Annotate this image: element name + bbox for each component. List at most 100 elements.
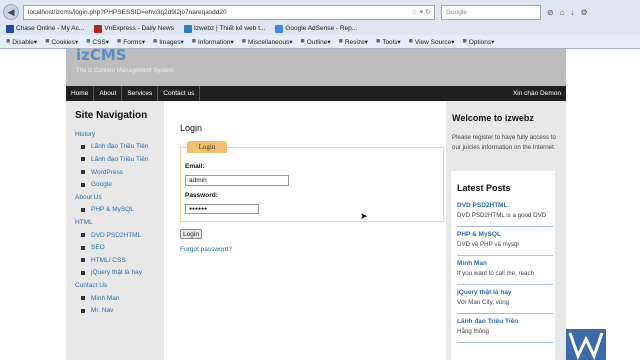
site-container: izCMS The iz Content Management System H…: [66, 46, 566, 360]
nav-link[interactable]: Google: [75, 178, 148, 191]
welcome-title: Welcome to izwebz: [452, 113, 534, 123]
email-label: Email:: [185, 163, 205, 170]
toolbar-menu-7[interactable]: ■ Outline▾: [300, 38, 330, 46]
nav-link[interactable]: PHP & MySQL: [75, 204, 148, 217]
left-gutter: [0, 49, 66, 360]
nav-label: HTML: [75, 218, 93, 226]
nav-category[interactable]: HTML: [75, 216, 148, 229]
favicon-icon: [184, 24, 192, 33]
nav-category[interactable]: History: [75, 128, 148, 141]
post-title-link[interactable]: Minh Man: [457, 260, 553, 267]
toolbar-menu-9[interactable]: ■ Tools▾: [376, 38, 401, 46]
bookmark-item[interactable]: Izwebz | Thiết kế web t...: [184, 24, 265, 33]
favicon-icon: [6, 24, 14, 33]
nav-label: SEO: [91, 244, 105, 252]
menu-item[interactable]: Services: [122, 86, 159, 101]
site-header: izCMS The iz Content Management System: [66, 46, 566, 86]
toolbar-menu-0[interactable]: ■ Disable▾: [6, 38, 37, 46]
back-icon[interactable]: ◀: [3, 4, 19, 20]
forgot-password-link[interactable]: Forgot password?: [180, 246, 232, 253]
search-placeholder: Google: [446, 8, 467, 16]
nav-label: Contact Us: [75, 281, 108, 289]
source-icon: ■: [408, 38, 413, 45]
nav-category[interactable]: About Us: [75, 191, 148, 204]
site-logo[interactable]: izCMS: [76, 46, 127, 64]
resize-icon: ■: [338, 38, 343, 45]
post-title-link[interactable]: PHP & MySQL: [457, 231, 553, 238]
menu-item[interactable]: Contact us: [158, 86, 201, 101]
home-icon[interactable]: ⌂: [560, 8, 565, 17]
toolbar-menu-label: Miscellaneous▾: [248, 38, 293, 46]
nav-link[interactable]: Minh Man: [75, 292, 148, 305]
nav-link[interactable]: DVD PSD2HTML: [75, 229, 148, 242]
nav-category[interactable]: Contact Us: [75, 279, 148, 292]
search-input[interactable]: Google: [441, 4, 541, 20]
toolbar-menu-3[interactable]: ■ Forms▾: [117, 38, 145, 46]
bookmark-item[interactable]: VnExpress - Daily News: [94, 24, 174, 33]
info-icon: ■: [191, 38, 197, 45]
page: izCMS The iz Content Management System H…: [0, 46, 640, 360]
password-field[interactable]: ●●●●●●: [185, 204, 259, 214]
nav-label: Lãnh đạo Triều Tiên: [91, 143, 149, 151]
toolbar-menu-label: Disable▾: [12, 38, 38, 46]
nav-link[interactable]: Lãnh đạo Triều Tiên: [75, 141, 148, 154]
nav-link[interactable]: SEO: [75, 241, 148, 254]
forms-icon: ■: [117, 38, 122, 45]
post-item: Minh Man If you want to call me, reach: [457, 260, 553, 285]
bookmark-item[interactable]: Chase Online - My Ac...: [6, 24, 84, 33]
nav-label: Mr. Nav: [91, 307, 114, 315]
toolbar-menu-label: CSS▾: [92, 38, 110, 46]
post-title-link[interactable]: jQuery thật là hay: [457, 289, 553, 296]
nav-label: History: [75, 130, 96, 138]
toolbar-menu-1[interactable]: ■ Cookies▾: [45, 38, 78, 46]
toolbar-menu-label: Resize▾: [344, 38, 368, 46]
menu-item[interactable]: About: [94, 86, 123, 101]
toolbar-menu-2[interactable]: ■ CSS▾: [86, 38, 109, 46]
adblock-icon[interactable]: ⊘: [547, 8, 554, 17]
email-field[interactable]: admin: [185, 175, 289, 186]
bookmark-label: VnExpress - Daily News: [104, 25, 174, 32]
toolbar-menu-4[interactable]: ■ Images▾: [153, 38, 184, 46]
url-text: localhost/izcms/login.php?PHPSESSID=ehvi…: [28, 8, 227, 16]
bookmark-star-icon[interactable]: ☆ ▾ ↻: [411, 8, 431, 16]
toolbar-menu-8[interactable]: ■ Resize▾: [339, 38, 368, 46]
nav-link[interactable]: WordPress: [75, 166, 148, 179]
nav-link[interactable]: HTML/ CSS: [75, 254, 148, 267]
menu-item[interactable]: Home: [66, 86, 95, 101]
nav-link[interactable]: jQuery thật là hay: [75, 267, 148, 280]
sidebar-title: Site Navigation: [75, 110, 148, 121]
favicon-icon: [94, 24, 103, 33]
toolbar-menu-label: Cookies▾: [51, 38, 79, 46]
misc-icon: ■: [241, 38, 247, 45]
toolbar-menu-10[interactable]: ■ View Source▾: [409, 38, 455, 46]
toolbar-menu-5[interactable]: ■ Information▾: [192, 38, 234, 46]
post-title-link[interactable]: Lãnh đạo Triều Tiên: [457, 318, 553, 325]
password-label: Password:: [185, 192, 218, 199]
download-icon[interactable]: ↓: [571, 8, 575, 17]
latest-posts: Latest Posts DVD PSD2HTML DVD PSD2HTML is…: [451, 171, 555, 360]
toolbar-menu-6[interactable]: ■ Miscellaneous▾: [242, 38, 293, 46]
post-item: Lãnh đạo Triều Tiên Hằng thông: [457, 318, 553, 343]
address-bar[interactable]: localhost/izcms/login.php?PHPSESSID=ehvi…: [23, 4, 435, 20]
site-tagline: The iz Content Management System: [76, 68, 174, 74]
toolbar-menu-label: Outline▾: [306, 38, 331, 46]
login-button[interactable]: Login: [180, 229, 202, 239]
cursor-icon: ➤: [360, 211, 368, 221]
nav-label: DVD PSD2HTML: [91, 231, 142, 239]
no-icon: ■: [6, 38, 11, 45]
bookmark-label: Google AdSense - Rep...: [285, 25, 358, 32]
nav-label: Google: [91, 181, 112, 189]
toolbar-menu-11[interactable]: ■ Options▾: [463, 38, 495, 46]
bookmark-item[interactable]: Google AdSense - Rep...: [275, 24, 358, 33]
favicon-icon: [275, 24, 284, 33]
nav-link[interactable]: Mr. Nav: [75, 304, 148, 317]
post-excerpt: DVD về PHP và mysql: [457, 241, 519, 248]
login-form: Login Email: admin Password: ●●●●●●: [180, 141, 444, 222]
nav-link[interactable]: Lãnh đạo Triều Tiên: [75, 153, 148, 166]
toolbar-menu-label: Options▾: [468, 38, 495, 46]
toolbar-icons: ⊘ ⌂ ↓ ⚙: [547, 8, 588, 17]
settings-icon[interactable]: ⚙: [581, 8, 588, 17]
post-title-link[interactable]: DVD PSD2HTML: [457, 202, 553, 209]
nav-label: HTML/ CSS: [91, 256, 126, 264]
post-item: DVD PSD2HTML DVD PSD2HTML is a good DVD: [457, 202, 553, 227]
